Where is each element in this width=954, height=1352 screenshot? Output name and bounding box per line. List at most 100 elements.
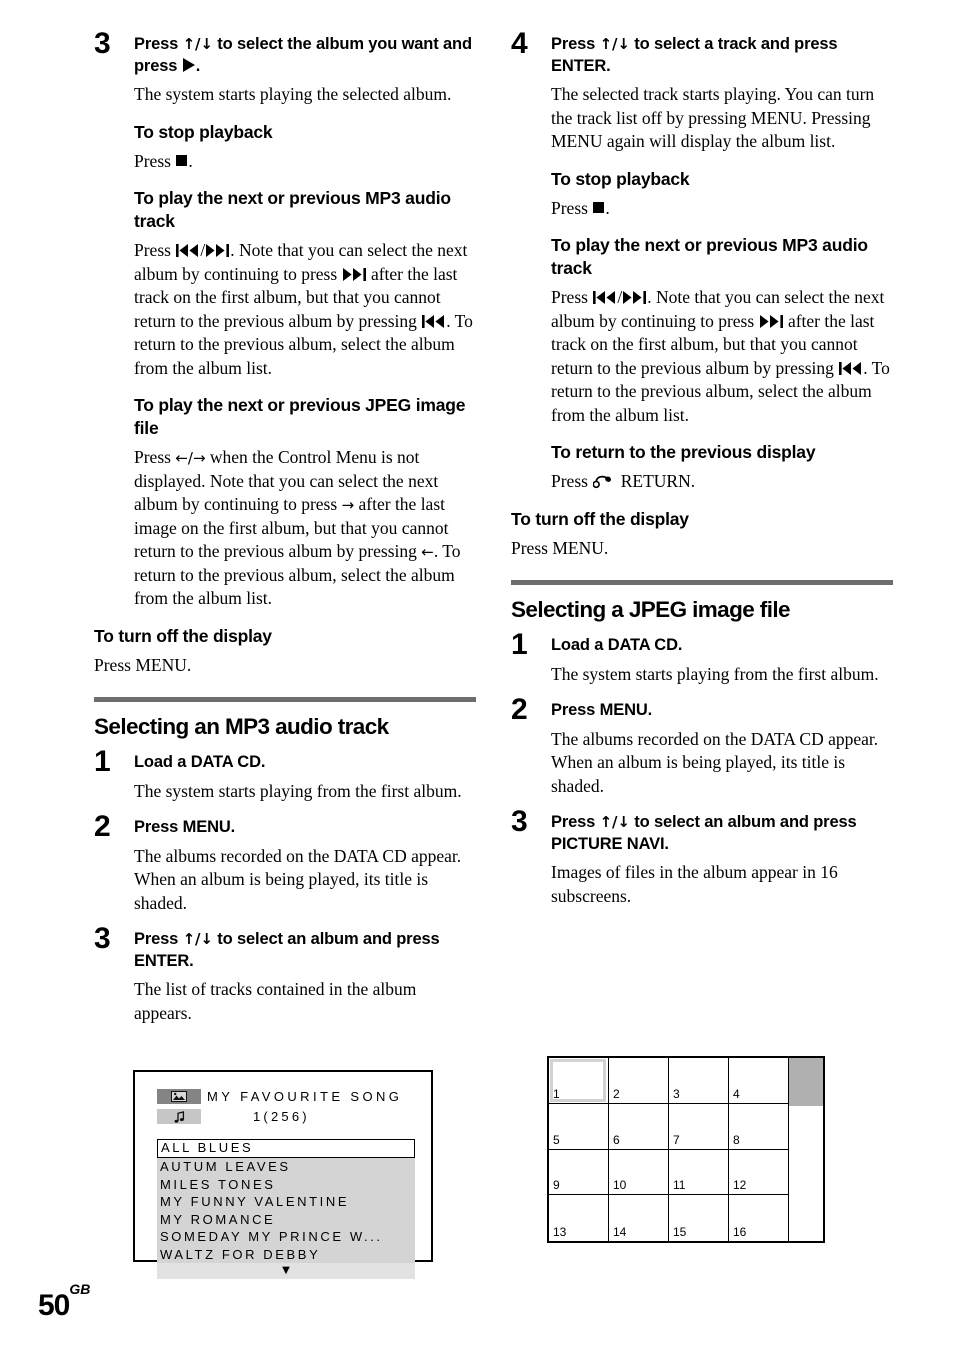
album-title: MY FAVOURITE SONG (207, 1089, 403, 1104)
mp3-track-body: Press /. Note that you can select the ne… (134, 239, 476, 380)
grid-scrollbar[interactable] (789, 1058, 823, 1241)
subscreen-cell[interactable]: 13 (549, 1195, 609, 1241)
subscreen-label: 8 (733, 1132, 740, 1147)
subscreen-label: 14 (613, 1225, 627, 1239)
track-list-item[interactable]: SOMEDAY MY PRINCE W... (157, 1228, 415, 1246)
subscreen-cell[interactable]: 8 (729, 1103, 789, 1150)
up-down-arrow-icon: ↑/↓ (599, 813, 630, 831)
subscreen-cell[interactable]: 16 (729, 1195, 789, 1241)
skip-next-icon (623, 291, 647, 304)
skip-previous-icon (839, 361, 862, 375)
step-number: 1 (94, 745, 111, 778)
step-title-after: . (195, 56, 201, 75)
step-title: Press ↑/↓ to select the album you want a… (134, 34, 476, 77)
subscreen-cell[interactable]: 6 (609, 1103, 669, 1150)
subscreen-label: 7 (673, 1132, 680, 1147)
return-label: RETURN. (616, 471, 696, 491)
step-title-before: Press (551, 35, 600, 53)
subscreen-cell[interactable]: 9 (549, 1149, 609, 1196)
left-right-arrow-icon: ←/→ (175, 449, 206, 467)
track-list-item[interactable]: MY ROMANCE (157, 1211, 415, 1229)
heading-stop-playback: To stop playback (134, 121, 273, 142)
step-title: Press ↑/↓ to select an album and press E… (134, 929, 476, 972)
skip-next-icon (759, 314, 783, 328)
subscreen-label: 5 (553, 1132, 560, 1147)
section-selecting-mp3-audio-track: Selecting an MP3 audio track 1 Load a DA… (94, 697, 476, 1025)
step-number: 3 (94, 922, 111, 955)
subscreen-cell[interactable]: 1 (549, 1058, 609, 1104)
track-list-item[interactable]: ALL BLUES (157, 1139, 415, 1158)
subscreen-cell[interactable]: 2 (609, 1058, 669, 1104)
press-label: Press (551, 197, 593, 218)
subscreen-cell[interactable]: 11 (669, 1149, 729, 1196)
heading-next-previous-mp3: To play the next or previous MP3 audio t… (551, 235, 868, 278)
track-list: ALL BLUES AUTUM LEAVES MILES TONES MY FU… (157, 1139, 415, 1279)
track-list-item[interactable]: AUTUM LEAVES (157, 1158, 415, 1176)
album-title-row: MY FAVOURITE SONG (157, 1088, 417, 1108)
right-arrow-icon: → (341, 496, 355, 514)
mp3-track-body: Press /. Note that you can select the ne… (551, 286, 893, 427)
press-label: Press (134, 240, 176, 260)
track-list-item[interactable]: MILES TONES (157, 1176, 415, 1194)
heading-next-previous-jpeg: To play the next or previous JPEG image … (134, 395, 466, 438)
skip-previous-icon (593, 291, 616, 304)
subscreen-cell[interactable]: 7 (669, 1103, 729, 1150)
step-number: 4 (511, 27, 528, 60)
section-title: Selecting a JPEG image file (511, 597, 791, 622)
return-icon (593, 475, 614, 489)
subscreen-cell[interactable]: 3 (669, 1058, 729, 1104)
track-list-item[interactable]: WALTZ FOR DEBBY (157, 1246, 415, 1264)
step-title-before: Press (134, 35, 183, 53)
scroll-down-indicator-icon[interactable]: ▼ (157, 1263, 415, 1279)
stop-playback-body: Press . (134, 150, 476, 174)
section-divider (511, 580, 893, 585)
step-body: Images of files in the album appear in 1… (551, 862, 838, 906)
subscreen-cell[interactable]: 4 (729, 1058, 789, 1104)
step-1-load-data-cd: 1 Load a DATA CD. The system starts play… (94, 745, 476, 803)
period: . (605, 197, 610, 218)
up-down-arrow-icon: ↑/↓ (182, 930, 213, 948)
step-body: The system starts playing from the first… (551, 663, 879, 684)
press-label: Press (551, 287, 593, 307)
step-3-select-album-picture-navi: 3 Press ↑/↓ to select an album and press… (511, 805, 893, 908)
step-title-before: Press (134, 930, 183, 948)
subscreen-cell[interactable]: 5 (549, 1103, 609, 1150)
step-3-select-album-enter: 3 Press ↑/↓ to select an album and press… (94, 922, 476, 1025)
subscreen-cell[interactable]: 14 (609, 1195, 669, 1241)
subscreen-cell[interactable]: 15 (669, 1195, 729, 1241)
page-number: 50GB (38, 1281, 90, 1323)
step-title: Load a DATA CD. (551, 636, 683, 654)
section-selecting-jpeg-image-file: Selecting a JPEG image file 1 Load a DAT… (511, 580, 893, 908)
subscreen-grid: 1 2 3 4 5 6 7 8 9 10 11 12 13 14 15 16 (549, 1058, 789, 1241)
left-arrow-icon: ← (421, 543, 434, 561)
return-previous-body: Press RETURN. (551, 470, 893, 494)
subscreen-cell[interactable]: 12 (729, 1149, 789, 1196)
subscreen-label: 3 (673, 1086, 680, 1101)
step-title: Load a DATA CD. (134, 753, 266, 771)
up-down-arrow-icon: ↑/↓ (182, 35, 213, 53)
slash: / (617, 287, 623, 307)
press-label: Press (134, 150, 176, 171)
step-1-load-data-cd: 1 Load a DATA CD. The system starts play… (511, 628, 893, 686)
skip-previous-icon (422, 314, 445, 328)
subscreen-label: 10 (613, 1178, 627, 1193)
subscreen-label: 15 (673, 1225, 687, 1239)
track-list-item[interactable]: MY FUNNY VALENTINE (157, 1193, 415, 1211)
skip-next-icon (342, 267, 366, 281)
stop-icon (593, 201, 605, 213)
subscreen-cell[interactable]: 10 (609, 1149, 669, 1196)
step-title: Press MENU. (551, 701, 653, 719)
press-label: Press (134, 447, 176, 467)
grid-scrollbar-thumb[interactable] (789, 1058, 823, 1106)
subscreen-label: 1 (553, 1086, 560, 1101)
page-number-value: 50 (38, 1289, 70, 1322)
step-body: The system starts playing the selected a… (134, 84, 452, 104)
section-title: Selecting an MP3 audio track (94, 714, 389, 739)
step-3-select-album: 3 Press ↑/↓ to select the album you want… (94, 27, 476, 611)
step-4-select-track: 4 Press ↑/↓ to select a track and press … (511, 27, 893, 494)
step-body: The albums recorded on the DATA CD appea… (551, 728, 879, 796)
subscreen-label: 9 (553, 1178, 560, 1193)
step-number: 2 (511, 693, 528, 726)
play-icon (182, 57, 195, 72)
step-number: 3 (511, 805, 528, 838)
